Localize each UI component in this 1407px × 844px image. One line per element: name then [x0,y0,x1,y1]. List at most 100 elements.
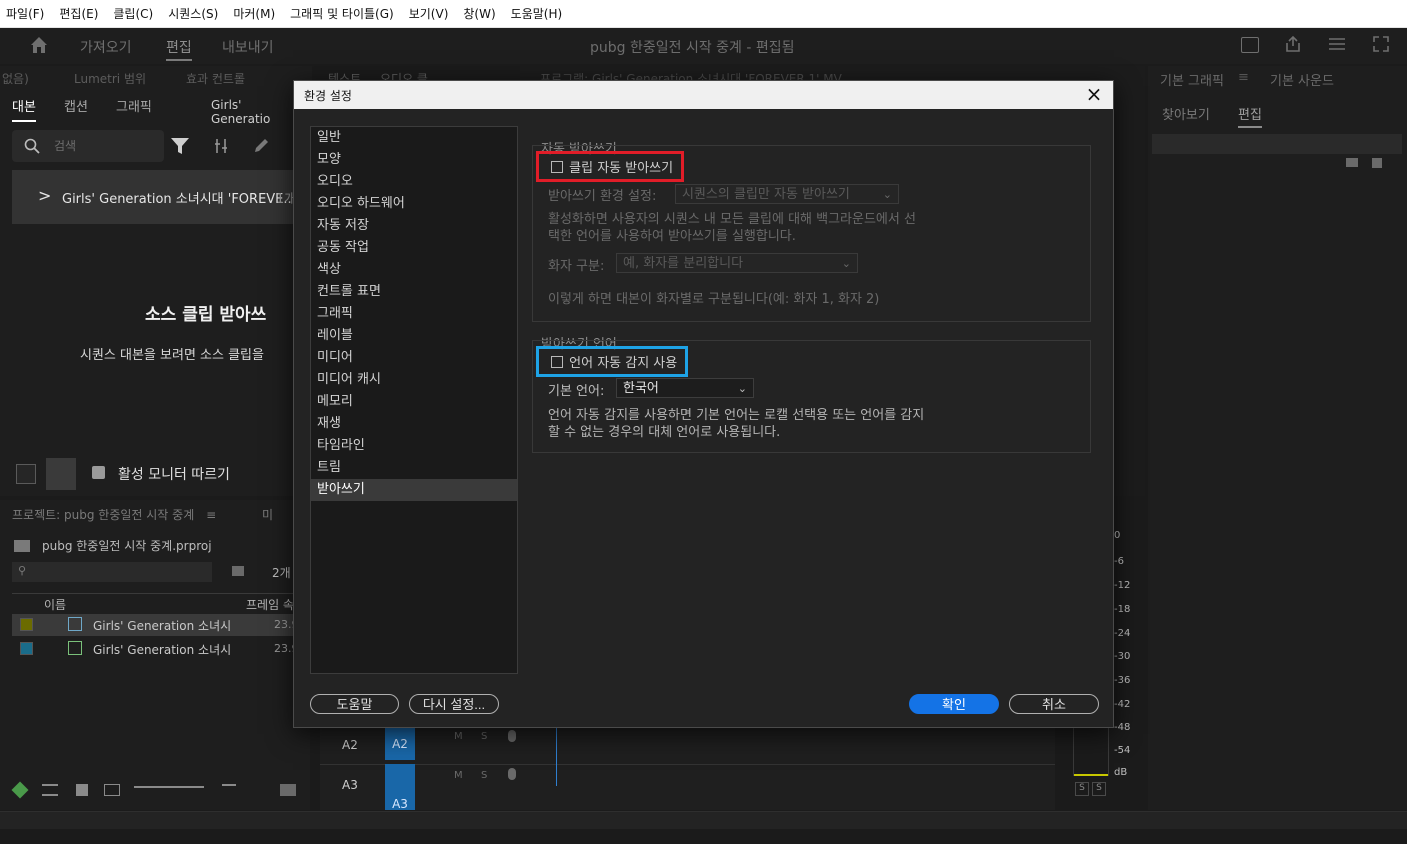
settings-sliders-icon[interactable] [1328,36,1346,52]
project-tab[interactable]: 프로젝트: pubg 한중일전 시작 중계 ≡ [12,506,216,523]
col-frame-rate[interactable]: 프레임 속 [246,596,294,613]
meter-solo-button[interactable]: S [1075,782,1089,796]
tab-lumetri-scopes[interactable]: Lumetri 범위 [74,70,146,87]
category-labels[interactable]: 레이블 [311,325,517,347]
label-color-swatch[interactable] [20,642,33,655]
help-button[interactable]: 도움말 [310,694,399,714]
list-view-icon[interactable] [42,784,58,796]
home-icon[interactable] [30,36,48,54]
category-auto-save[interactable]: 자동 저장 [311,215,517,237]
auto-detect-language-checkbox[interactable]: 언어 자동 감지 사용 [536,346,689,377]
ok-button[interactable]: 확인 [909,694,999,714]
freeform-view-icon[interactable] [104,784,120,796]
tab-export[interactable]: 내보내기 [222,37,274,57]
split-view-icon[interactable] [46,458,76,490]
menu-window[interactable]: 창(W) [463,5,495,22]
menu-view[interactable]: 보기(V) [409,5,449,22]
category-general[interactable]: 일반 [311,127,517,149]
speaker-select[interactable]: 예, 화자를 분리합니다 ⌄ [616,253,858,273]
col-name[interactable]: 이름 [44,596,66,613]
transcription-pref-select[interactable]: 시퀀스의 클립만 자동 받아쓰기 ⌄ [675,184,899,204]
category-audio[interactable]: 오디오 [311,171,517,193]
transcript-view-icon[interactable] [16,464,36,484]
meter-solo-button[interactable]: S [1092,782,1106,796]
mute-button[interactable]: M [454,770,463,781]
category-control-surface[interactable]: 컨트롤 표면 [311,281,517,303]
tab-transcript[interactable]: 대본 [12,96,36,122]
tab-menu-icon[interactable]: ≡ [1238,70,1249,85]
filter-icon[interactable] [170,136,190,156]
dialog-titlebar: 환경 설정 × [294,81,1113,109]
auto-transcribe-clips-checkbox[interactable]: 클립 자동 받아쓰기 [536,151,685,182]
menu-help[interactable]: 도움말(H) [511,5,563,22]
sequence-item[interactable]: > Girls' Generation 소녀시대 'FOREVE... 1개 [12,170,302,224]
new-layer-icon[interactable] [1372,158,1382,168]
tab-none[interactable]: 없음) [2,70,29,87]
tab-browse[interactable]: 찾아보기 [1162,104,1210,123]
tab-effect-controls[interactable]: 효과 컨트롤 [186,70,245,87]
merge-segments-icon[interactable] [214,138,228,154]
category-audio-hardware[interactable]: 오디오 하드웨어 [311,193,517,215]
category-transcription[interactable]: 받아쓰기 [311,479,517,501]
category-media-cache[interactable]: 미디어 캐시 [311,369,517,391]
menu-edit[interactable]: 편집(E) [59,5,98,22]
close-icon[interactable]: × [1083,84,1105,106]
default-language-select[interactable]: 한국어 ⌄ [616,378,754,398]
mute-button[interactable]: M [454,731,463,742]
chevron-right-icon[interactable]: > [38,186,51,205]
zoom-slider[interactable] [134,786,204,788]
share-icon[interactable] [1284,35,1302,53]
solo-button[interactable]: S [481,770,487,781]
playhead[interactable] [556,728,557,786]
category-memory[interactable]: 메모리 [311,391,517,413]
new-bin-icon[interactable] [232,566,244,576]
menu-file[interactable]: 파일(F) [6,5,44,22]
fullscreen-icon[interactable] [1373,36,1389,52]
menu-graphics[interactable]: 그래픽 및 타이틀(G) [290,5,394,22]
tab-captions[interactable]: 캡션 [64,96,88,115]
checkbox-unchecked[interactable] [551,161,563,173]
menu-marker[interactable]: 마커(M) [233,5,275,22]
tab-graphics[interactable]: 그래픽 [116,96,152,115]
pencil-icon[interactable] [11,781,29,799]
tab-edit-graphics[interactable]: 편집 [1238,104,1262,128]
icon-view-icon[interactable] [76,784,88,796]
media-browser-tab[interactable]: 미 [262,506,273,523]
follow-monitor-row: 활성 모니터 따르기 [12,458,302,490]
project-row[interactable]: Girls' Generation 소녀시 23.98 fps [12,614,326,636]
sort-icon[interactable] [222,784,236,796]
category-collaboration[interactable]: 공동 작업 [311,237,517,259]
reset-button[interactable]: 다시 설정... [409,694,499,714]
label-color-swatch[interactable] [20,618,33,631]
solo-button[interactable]: S [481,731,487,742]
automate-icon[interactable] [280,784,296,796]
transcript-search-input[interactable]: 검색 [12,130,164,162]
category-timeline[interactable]: 타임라인 [311,435,517,457]
tab-essential-sound[interactable]: 기본 사운드 [1270,70,1334,89]
project-row[interactable]: Girls' Generation 소녀시 23.98 fps [12,638,326,660]
track-target-a2[interactable]: A2 [385,728,415,760]
category-playback[interactable]: 재생 [311,413,517,435]
folder-icon[interactable] [1346,158,1358,167]
checkbox-unchecked[interactable] [551,356,563,368]
tab-import[interactable]: 가져오기 [80,37,132,57]
project-search-input[interactable]: ⚲ [12,562,212,582]
category-media[interactable]: 미디어 [311,347,517,369]
category-color[interactable]: 색상 [311,259,517,281]
tab-edit[interactable]: 편집 [166,37,192,61]
microphone-icon[interactable] [508,768,516,780]
menu-sequence[interactable]: 시퀀스(S) [168,5,218,22]
category-appearance[interactable]: 모양 [311,149,517,171]
category-graphics[interactable]: 그래픽 [311,303,517,325]
cancel-button[interactable]: 취소 [1009,694,1099,714]
tab-essential-graphics[interactable]: 기본 그래픽 [1160,70,1224,89]
project-tab-menu-icon[interactable]: ≡ [206,508,216,522]
follow-monitor-checkbox[interactable] [92,466,105,479]
pencil-icon[interactable] [253,138,269,154]
category-trim[interactable]: 트림 [311,457,517,479]
microphone-icon[interactable] [508,730,516,742]
meter-tick: -6 [1114,556,1124,567]
track-target-a3[interactable]: A3 [385,764,415,811]
menu-clip[interactable]: 클립(C) [113,5,153,22]
workspace-icon[interactable] [1241,37,1259,53]
